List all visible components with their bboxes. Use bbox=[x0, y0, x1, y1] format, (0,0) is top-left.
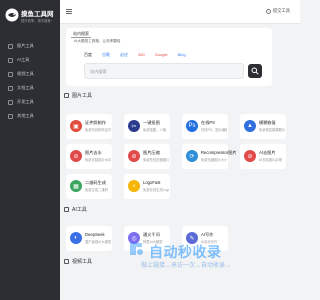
tool-title: DeepSeek bbox=[85, 232, 105, 237]
search-hint: AI大模型工具箱，让效率翻倍 bbox=[74, 39, 121, 43]
tool-title: 图片压缩 bbox=[143, 150, 160, 155]
search-tag: 站内搜索 bbox=[71, 31, 91, 38]
search-engine-tab[interactable]: 必应 bbox=[120, 52, 128, 58]
tool-card[interactable]: ✂一键抠图免费抠图，人像、商品 bbox=[124, 114, 170, 139]
code-icon bbox=[8, 99, 13, 105]
search-engine-tab[interactable]: Google bbox=[155, 52, 168, 58]
tool-card[interactable]: ▦ 二维码生成免费生成二维码 bbox=[66, 174, 112, 199]
submit-tool-label: 提交工具 bbox=[272, 8, 290, 13]
sidebar-item-label: 文档工具 bbox=[17, 85, 34, 90]
search-button[interactable] bbox=[248, 64, 262, 78]
search-engine-tab[interactable]: 360 bbox=[138, 52, 145, 58]
tool-icon: ⟳ bbox=[186, 150, 198, 162]
sidebar-item-label: 视频工具 bbox=[17, 71, 34, 76]
sidebar: 摸鱼工具网 提升效率，快乐摸鱼~ 图片工具 AI工具 视频工具 文档工具 开发工… bbox=[0, 0, 60, 300]
tool-title: 一键抠图 bbox=[143, 120, 160, 125]
search-placeholder: 站内搜索 bbox=[90, 69, 107, 74]
tool-title: 模糊修复 bbox=[259, 120, 276, 125]
search-icon bbox=[251, 67, 259, 75]
sidebar-item-image-tools[interactable]: 图片工具 bbox=[4, 40, 56, 52]
tool-card[interactable]: ▣证件照制作免费在线制作证件照 bbox=[66, 114, 112, 139]
watermark-logo-icon bbox=[130, 243, 143, 255]
tool-title: 图片去水 bbox=[85, 150, 102, 155]
tool-icon: Ps bbox=[186, 120, 198, 132]
tool-title: Recompressor图片 bbox=[201, 150, 237, 155]
robot-icon bbox=[64, 207, 69, 212]
tool-description: AI去除图片杂物 bbox=[259, 158, 282, 162]
tool-title: 证件照制作 bbox=[85, 120, 106, 125]
section-title: 图片工具 bbox=[72, 93, 93, 99]
tool-icon: ◐ bbox=[70, 232, 82, 244]
search-input[interactable]: 站内搜索 bbox=[84, 63, 244, 79]
tool-icon: ▣ bbox=[70, 120, 82, 132]
tool-description: 国产最强AI大模型 bbox=[85, 240, 111, 244]
section-header: 视频工具 bbox=[64, 258, 92, 265]
tool-description: 免费去除图片水印 bbox=[85, 158, 111, 162]
search-engine-tabs: 百度 谷歌 必应 360 Google Bing bbox=[84, 52, 186, 58]
search-engine-tab[interactable]: Bing bbox=[178, 52, 186, 58]
watermark-subtitle: 做上链接→来访一次→自动收录→ bbox=[141, 263, 232, 269]
tool-card[interactable]: ◐ DeepSeek 国产最强AI大模型 bbox=[66, 226, 112, 251]
tool-description: 免费在线生成Logo bbox=[143, 188, 169, 192]
watermark-title: 自动秒收录 bbox=[149, 244, 222, 260]
robot-icon bbox=[8, 57, 13, 63]
sidebar-item-other-tools[interactable]: 其他工具 bbox=[4, 110, 56, 122]
tool-icon: ▦ bbox=[70, 180, 82, 192]
image-icon bbox=[64, 93, 69, 98]
sidebar-item-label: AI工具 bbox=[17, 57, 30, 62]
tool-card[interactable]: ▲ 模糊修复免费修复模糊照片 bbox=[240, 114, 286, 139]
section-header: 图片工具 bbox=[64, 92, 92, 99]
tool-icon: ✂ bbox=[128, 120, 140, 132]
section-title: AI工具 bbox=[72, 207, 87, 213]
tool-description: 在线PS，图片编辑 bbox=[201, 128, 227, 132]
site-logo[interactable]: 摸鱼工具网 提升效率，快乐摸鱼~ bbox=[5, 6, 57, 34]
plus-icon bbox=[265, 8, 271, 14]
tool-icon: ▲ bbox=[244, 120, 256, 132]
tool-title: 二维码生成 bbox=[85, 180, 106, 185]
tool-icon: ⊘ bbox=[128, 150, 140, 162]
sidebar-item-document-tools[interactable]: 文档工具 bbox=[4, 82, 56, 94]
grid-icon bbox=[8, 113, 13, 119]
sidebar-item-label: 图片工具 bbox=[17, 43, 34, 48]
section-title: 视频工具 bbox=[72, 259, 93, 265]
sidebar-item-dev-tools[interactable]: 开发工具 bbox=[4, 96, 56, 108]
section-header: AI工具 bbox=[64, 206, 87, 213]
video-icon bbox=[8, 71, 13, 77]
video-icon bbox=[64, 259, 69, 264]
document-icon bbox=[8, 85, 13, 91]
tool-card[interactable]: ⚡ LogoFast 免费在线生成Logo bbox=[124, 174, 170, 199]
site-subtitle: 提升效率，快乐摸鱼~ bbox=[21, 19, 53, 23]
tool-card[interactable]: ⊘ 图片去水免费去除图片水印 bbox=[66, 144, 112, 169]
tool-card[interactable]: ⟳ Recompressor图片 免费压缩图片大小 bbox=[182, 144, 237, 169]
tool-title: AI去图片 bbox=[259, 150, 276, 155]
submit-tool-button[interactable]: 提交工具 bbox=[265, 8, 290, 14]
logo-fish-icon bbox=[5, 8, 19, 22]
tool-icon: ⊘ bbox=[244, 150, 256, 162]
tool-description: 免费在线制作证件照 bbox=[85, 128, 111, 132]
tool-description: 免费压缩图片大小 bbox=[201, 158, 227, 162]
sidebar-item-ai-tools[interactable]: AI工具 bbox=[4, 54, 56, 66]
tool-description: 免费抠图，人像、商品 bbox=[143, 128, 169, 132]
search-engine-tab[interactable]: 谷歌 bbox=[102, 52, 110, 58]
tool-card[interactable]: ⊘ 图片压缩免费在线压缩图片 bbox=[124, 144, 170, 169]
tool-description: 免费生成二维码 bbox=[85, 188, 109, 192]
sidebar-item-label: 开发工具 bbox=[17, 99, 34, 104]
sidebar-item-label: 其他工具 bbox=[17, 113, 34, 118]
tool-description: 免费修复模糊照片 bbox=[259, 128, 285, 132]
search-engine-tab[interactable]: 百度 bbox=[84, 52, 92, 58]
tool-description: 免费在线压缩图片 bbox=[143, 158, 169, 162]
tool-card[interactable]: ⊘ AI去图片 AI去除图片杂物 bbox=[240, 144, 286, 169]
site-title: 摸鱼工具网 bbox=[21, 11, 54, 18]
tool-title: LogoFast bbox=[143, 180, 161, 185]
tool-icon: ⊘ bbox=[70, 150, 82, 162]
menu-icon[interactable] bbox=[66, 9, 72, 14]
sidebar-item-video-tools[interactable]: 视频工具 bbox=[4, 68, 56, 80]
tool-title: 在线PS bbox=[201, 120, 215, 125]
watermark-overlay: 自动秒收录 做上链接→来访一次→自动收录→ bbox=[127, 238, 297, 270]
tool-icon: ⚡ bbox=[128, 180, 140, 192]
topbar: 提交工具 bbox=[60, 0, 300, 24]
image-icon bbox=[8, 43, 13, 49]
tool-card[interactable]: Ps 在线PS 在线PS，图片编辑 bbox=[182, 114, 228, 139]
